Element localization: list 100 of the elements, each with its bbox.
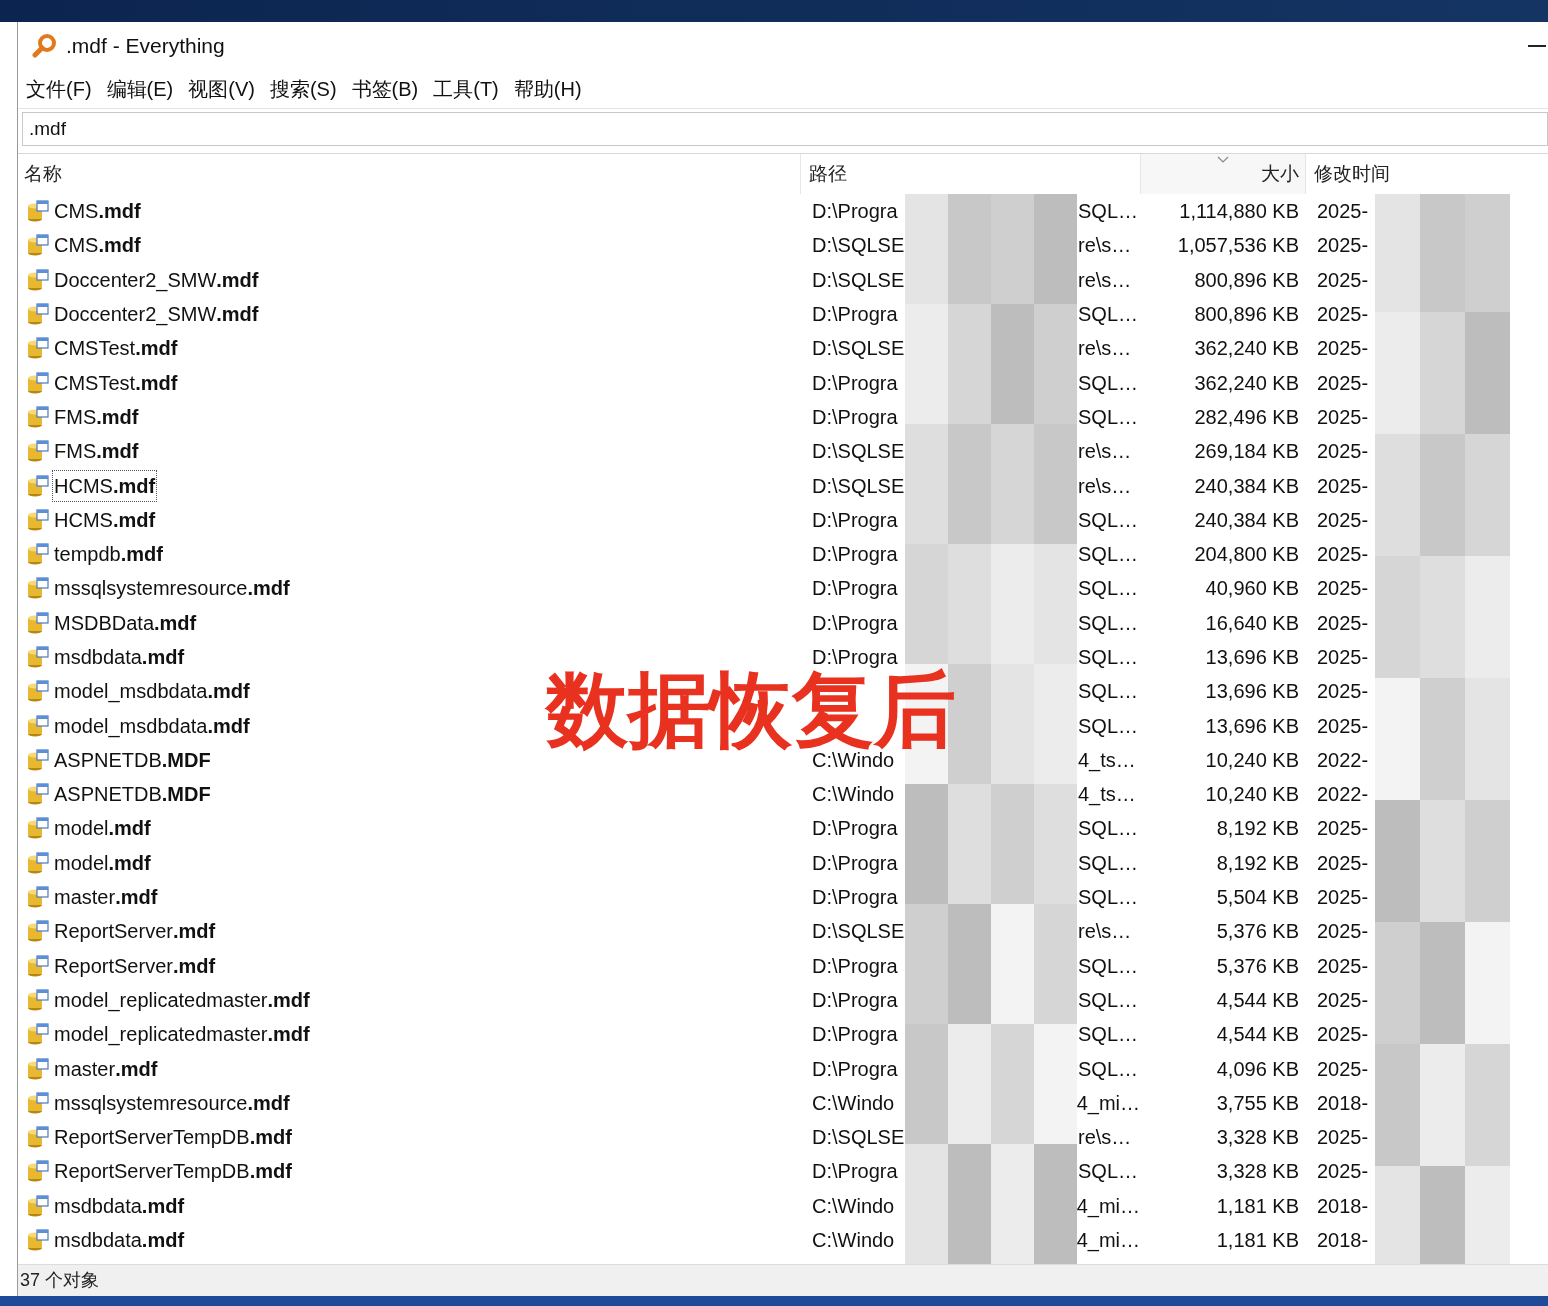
file-name[interactable]: mssqlsystemresource.mdf — [52, 1086, 292, 1119]
path-cell-text: C:\Windo — [812, 1228, 896, 1254]
search-field[interactable]: .mdf — [22, 111, 1548, 146]
minimize-icon[interactable] — [1528, 45, 1546, 47]
database-file-icon — [26, 233, 50, 258]
path-cell-text: SQL… — [1078, 1022, 1139, 1048]
size-cell-text: 1,181 KB — [1216, 1193, 1299, 1219]
file-name[interactable]: msdbdata.mdf — [52, 1189, 187, 1222]
path-cell-text: SQL… — [1078, 507, 1139, 533]
database-file-icon — [26, 1228, 50, 1253]
size-cell-text: 269,184 KB — [1194, 439, 1299, 465]
date-cell: 2025- — [1317, 543, 1369, 566]
path-cell-text: SQL… — [1078, 1056, 1139, 1082]
path-cell-text: D:\SQLSE — [812, 267, 906, 293]
path-cell-text: SQL… — [1078, 199, 1139, 225]
database-file-icon — [26, 713, 50, 738]
path-cell-text: re\s… — [1078, 336, 1132, 362]
menu-item[interactable]: 帮助(H) — [513, 74, 582, 104]
file-name[interactable]: model_msdbdata.mdf — [52, 709, 252, 742]
file-name[interactable]: model_msdbdata.mdf — [52, 675, 252, 708]
size-cell-text: 13,696 KB — [1205, 713, 1299, 739]
database-file-icon — [26, 1056, 50, 1081]
menu-item[interactable]: 视图(V) — [188, 74, 255, 104]
date-cell: 2022- — [1317, 783, 1369, 806]
path-cell-text: SQL… — [1078, 850, 1139, 876]
database-file-icon — [26, 679, 50, 704]
window-title: .mdf - Everything — [66, 33, 225, 60]
size-cell-text: 3,328 KB — [1216, 1159, 1299, 1185]
database-file-icon — [26, 336, 50, 361]
size-cell-text: 240,384 KB — [1194, 507, 1299, 533]
file-name[interactable]: HCMS.mdf — [52, 469, 158, 502]
database-file-icon — [26, 1159, 50, 1184]
file-name[interactable]: tempdb.mdf — [52, 538, 165, 571]
path-cell-text: SQL… — [1078, 679, 1139, 705]
file-name[interactable]: ReportServerTempDB.mdf — [52, 1155, 294, 1188]
file-name[interactable]: ASPNETDB.MDF — [52, 743, 213, 776]
file-name[interactable]: CMSTest.mdf — [52, 332, 180, 365]
path-cell-text: D:\Progra — [812, 542, 899, 568]
date-cell: 2025- — [1317, 611, 1369, 634]
size-cell-text: 16,640 KB — [1205, 610, 1299, 636]
size-cell-text: 240,384 KB — [1194, 473, 1299, 499]
database-file-icon — [26, 919, 50, 944]
file-name[interactable]: ASPNETDB.MDF — [52, 778, 213, 811]
path-cell-text: SQL… — [1078, 576, 1139, 602]
date-cell: 2025- — [1317, 886, 1369, 909]
database-file-icon — [26, 953, 50, 978]
file-name[interactable]: FMS.mdf — [52, 435, 141, 468]
file-name[interactable]: CMSTest.mdf — [52, 366, 180, 399]
file-name[interactable]: model.mdf — [52, 846, 153, 879]
file-name[interactable]: master.mdf — [52, 1052, 160, 1085]
file-name[interactable]: HCMS.mdf — [52, 503, 158, 536]
size-cell-text: 282,496 KB — [1194, 404, 1299, 430]
column-header[interactable]: 名称 — [18, 154, 800, 194]
path-cell-text: C:\Windo — [812, 1090, 896, 1116]
path-cell-text: D:\Progra — [812, 199, 899, 225]
date-cell: 2025- — [1317, 200, 1369, 223]
path-cell-text: D:\Progra — [812, 885, 899, 911]
menu-item[interactable]: 文件(F) — [26, 74, 92, 104]
file-name[interactable]: model_replicatedmaster.mdf — [52, 1018, 312, 1051]
date-cell: 2025- — [1317, 1023, 1369, 1046]
date-cell: 2022- — [1317, 748, 1369, 771]
database-file-icon — [26, 199, 50, 224]
database-file-icon — [26, 1022, 50, 1047]
file-name[interactable]: model_replicatedmaster.mdf — [52, 983, 312, 1016]
file-name[interactable]: msdbdata.mdf — [52, 641, 187, 673]
date-cell: 2025- — [1317, 954, 1369, 977]
date-cell: 2025- — [1317, 405, 1369, 428]
path-cell-text: D:\Progra — [812, 1159, 899, 1185]
database-file-icon — [26, 747, 50, 772]
path-cell-text: D:\SQLSE — [812, 919, 906, 945]
menu-item[interactable]: 搜索(S) — [269, 74, 337, 104]
size-cell-text: 8,192 KB — [1216, 816, 1299, 842]
file-name[interactable]: model.mdf — [52, 812, 153, 845]
path-cell-text: SQL… — [1078, 1159, 1139, 1185]
menu-item[interactable]: 书签(B) — [351, 74, 419, 104]
path-cell-text: re\s… — [1078, 267, 1132, 293]
path-cell-text: re\s… — [1078, 473, 1132, 499]
path-cell-text: D:\Progra — [812, 850, 899, 876]
file-name[interactable]: CMS.mdf — [52, 229, 143, 262]
size-cell-text: 362,240 KB — [1194, 336, 1299, 362]
file-name[interactable]: master.mdf — [52, 881, 160, 914]
file-name[interactable]: ReportServer.mdf — [52, 949, 218, 982]
database-file-icon — [26, 987, 50, 1012]
menu-item[interactable]: 编辑(E) — [106, 74, 174, 104]
date-cell: 2025- — [1317, 988, 1369, 1011]
size-cell-text: 10,240 KB — [1205, 782, 1299, 808]
path-cell-text: SQL… — [1078, 610, 1139, 636]
file-name[interactable]: Doccenter2_SMW.mdf — [52, 263, 261, 296]
column-header[interactable]: 大小 — [1140, 154, 1305, 194]
database-file-icon — [26, 816, 50, 841]
file-name[interactable]: FMS.mdf — [52, 400, 141, 433]
file-name[interactable]: Doccenter2_SMW.mdf — [52, 298, 261, 331]
file-name[interactable]: MSDBData.mdf — [52, 606, 199, 639]
file-name[interactable]: ReportServerTempDB.mdf — [52, 1121, 294, 1154]
file-name[interactable]: msdbdata.mdf — [52, 1224, 187, 1257]
path-cell-text: 4_ts… — [1078, 782, 1136, 808]
menu-item[interactable]: 工具(T) — [433, 74, 499, 104]
file-name[interactable]: CMS.mdf — [52, 195, 143, 228]
file-name[interactable]: mssqlsystemresource.mdf — [52, 572, 292, 605]
file-name[interactable]: ReportServer.mdf — [52, 915, 218, 948]
